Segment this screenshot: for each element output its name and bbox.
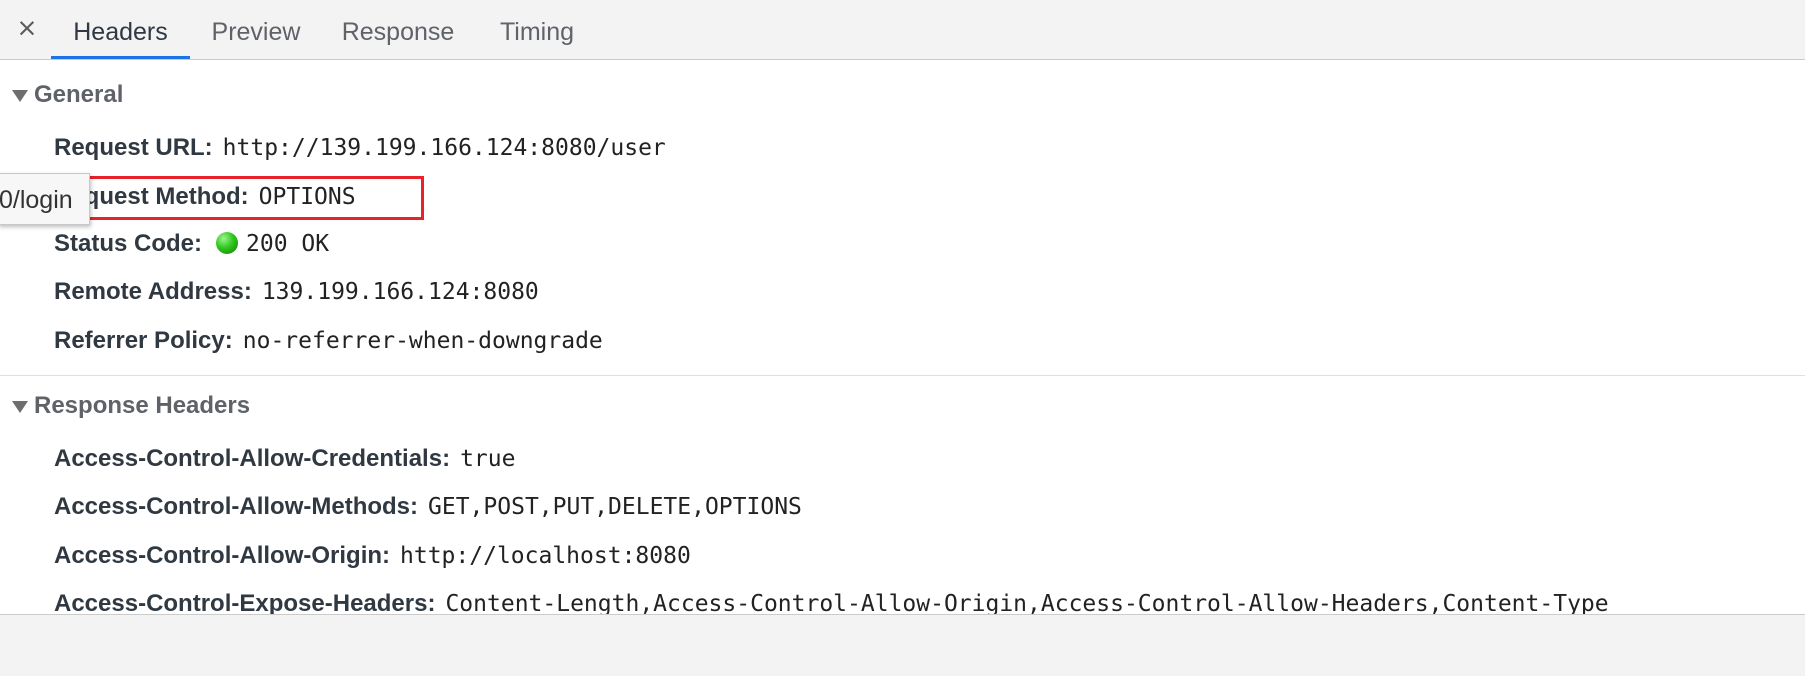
headers-panel: General Request URL: http://139.199.166.1… bbox=[0, 60, 1805, 614]
header-key: Request URL: bbox=[54, 134, 213, 161]
request-method-highlight-box bbox=[44, 176, 424, 220]
section-general-title: General bbox=[34, 81, 124, 108]
close-icon[interactable]: × bbox=[14, 13, 40, 43]
header-key: Access-Control-Expose-Headers: bbox=[54, 590, 436, 614]
section-divider bbox=[0, 375, 1805, 376]
general-row-referrer-policy: Referrer Policy: no-referrer-when-downgra… bbox=[54, 321, 603, 361]
tab-preview[interactable]: Preview bbox=[204, 0, 308, 59]
header-key: Status Code: bbox=[54, 230, 203, 257]
header-value: 200 OK bbox=[246, 231, 330, 257]
tab-headers[interactable]: Headers bbox=[51, 0, 190, 59]
tab-response[interactable]: Response bbox=[334, 0, 462, 59]
section-general-header[interactable]: General bbox=[0, 75, 400, 115]
general-row-request-url: Request URL: http://139.199.166.124:8080/… bbox=[54, 128, 666, 168]
header-key: Referrer Policy: bbox=[54, 327, 233, 354]
header-key: Access-Control-Allow-Credentials: bbox=[54, 445, 451, 472]
general-row-remote-address: Remote Address: 139.199.166.124:8080 bbox=[54, 272, 539, 312]
header-value: true bbox=[460, 446, 516, 472]
section-response-headers-header[interactable]: Response Headers bbox=[0, 386, 500, 426]
response-row-allow-methods: Access-Control-Allow-Methods: GET,POST,PU… bbox=[54, 487, 802, 527]
header-key: Remote Address: bbox=[54, 278, 252, 305]
devtools-footer-bar bbox=[0, 614, 1805, 676]
devtools-tabbar: × Headers Preview Response Timing bbox=[0, 0, 1805, 60]
header-value: GET,POST,PUT,DELETE,OPTIONS bbox=[428, 494, 802, 520]
header-value: 139.199.166.124:8080 bbox=[261, 279, 539, 305]
response-row-allow-origin: Access-Control-Allow-Origin: http://local… bbox=[54, 536, 691, 576]
header-key: Access-Control-Allow-Origin: bbox=[54, 542, 391, 569]
triangle-down-icon bbox=[12, 90, 28, 102]
header-value: Content-Length,Access-Control-Allow-Orig… bbox=[445, 591, 1609, 614]
header-value: no-referrer-when-downgrade bbox=[242, 328, 603, 354]
header-key: Access-Control-Allow-Methods: bbox=[54, 493, 419, 520]
tab-timing[interactable]: Timing bbox=[490, 0, 584, 59]
url-tooltip: 0/login bbox=[0, 173, 90, 225]
section-response-headers-title: Response Headers bbox=[34, 392, 251, 419]
header-value: http://localhost:8080 bbox=[400, 543, 691, 569]
status-dot-icon bbox=[216, 232, 239, 254]
response-row-expose-headers: Access-Control-Expose-Headers: Content-Le… bbox=[54, 584, 1609, 614]
header-value: http://139.199.166.124:8080/user bbox=[222, 135, 666, 161]
general-row-status-code: Status Code: 200 OK bbox=[54, 224, 329, 264]
response-row-allow-credentials: Access-Control-Allow-Credentials: true bbox=[54, 439, 515, 479]
triangle-down-icon bbox=[12, 401, 28, 413]
